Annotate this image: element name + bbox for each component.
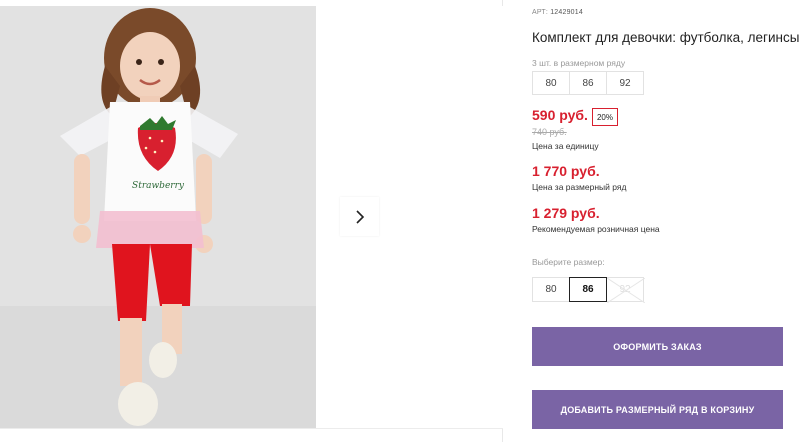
sku-prefix: АРТ: bbox=[532, 9, 549, 16]
size-option-92[interactable]: 92 bbox=[606, 277, 645, 303]
size-picker-label: Выберите размер: bbox=[532, 257, 605, 267]
recommended-retail-price: 1 279 руб. bbox=[532, 205, 600, 221]
place-order-button[interactable]: ОФОРМИТЬ ЗАКАЗ bbox=[532, 327, 783, 366]
size-picker: 80 86 92 bbox=[532, 277, 645, 303]
product-photo[interactable]: Strawberry bbox=[0, 6, 316, 428]
size-row-item: 86 bbox=[569, 71, 607, 95]
unavailable-cross-icon bbox=[607, 278, 645, 303]
size-row-item: 92 bbox=[606, 71, 644, 95]
size-option-86[interactable]: 86 bbox=[569, 277, 607, 302]
product-title: Комплект для девочки: футболка, легинсы bbox=[532, 30, 800, 45]
discount-badge: 20% bbox=[592, 108, 618, 126]
size-row-label: 3 шт. в размерном ряду bbox=[532, 58, 626, 68]
size-row-price-label: Цена за размерный ряд bbox=[532, 182, 627, 192]
unit-price: 590 руб. bbox=[532, 107, 588, 123]
svg-text:Strawberry: Strawberry bbox=[132, 181, 185, 191]
recommended-retail-price-label: Рекомендуемая розничная цена bbox=[532, 224, 660, 234]
size-row-price: 1 770 руб. bbox=[532, 163, 600, 179]
gallery-divider bbox=[0, 428, 503, 429]
sku-number: 12429014 bbox=[550, 9, 583, 16]
chevron-right-icon bbox=[355, 209, 364, 224]
size-row-item: 80 bbox=[532, 71, 570, 95]
size-row-list: 80 86 92 bbox=[532, 71, 644, 95]
product-page: Strawberry АРТ: 12429014 Комплект для де… bbox=[0, 0, 800, 442]
add-size-row-to-cart-button[interactable]: ДОБАВИТЬ РАЗМЕРНЫЙ РЯД В КОРЗИНУ bbox=[532, 390, 783, 429]
unit-price-label: Цена за единицу bbox=[532, 141, 599, 151]
size-option-80[interactable]: 80 bbox=[532, 277, 570, 302]
old-price: 740 руб. bbox=[532, 127, 567, 137]
product-sku: АРТ: 12429014 bbox=[532, 9, 583, 16]
product-gallery: Strawberry bbox=[0, 0, 503, 442]
next-photo-button[interactable] bbox=[340, 197, 379, 236]
